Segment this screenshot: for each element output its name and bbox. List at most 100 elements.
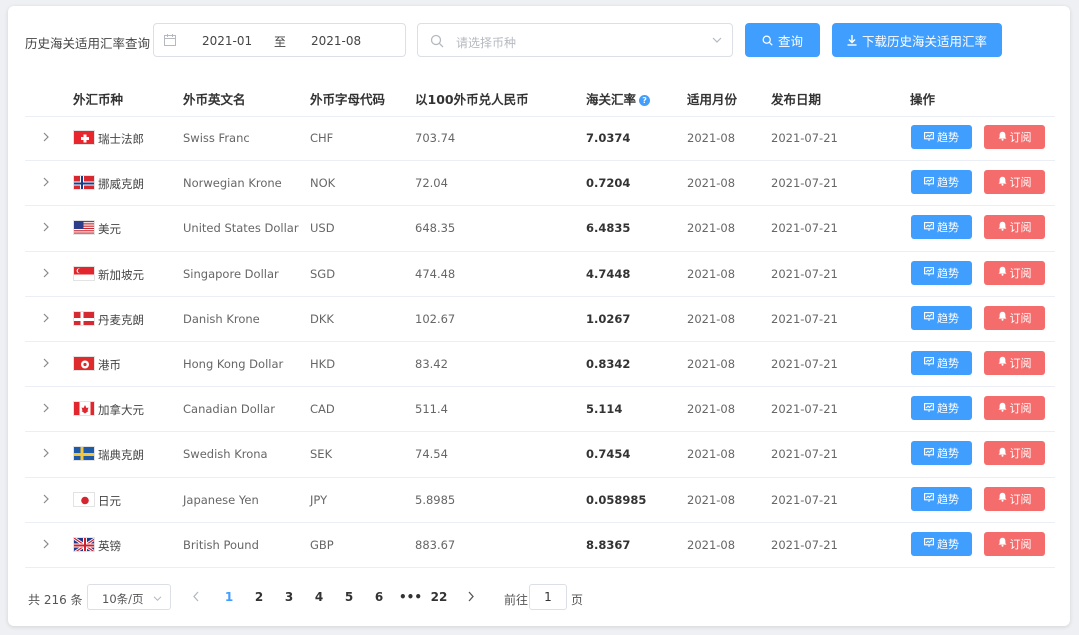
- subscribe-label: 订阅: [1009, 131, 1032, 144]
- trend-label: 趋势: [937, 176, 959, 190]
- download-button[interactable]: 下载历史海关适用汇率: [832, 23, 1002, 57]
- rmb-per-100: 511.4: [415, 402, 448, 417]
- expand-row-icon[interactable]: [42, 176, 50, 188]
- page-size-select[interactable]: 10条/页: [87, 584, 171, 610]
- table-row: 美元 United States Dollar USD 648.35 6.4835 202…: [25, 206, 1055, 252]
- header-actions: 操作: [910, 92, 936, 107]
- page-number[interactable]: 22: [429, 590, 449, 604]
- subscribe-button[interactable]: 订阅: [984, 396, 1045, 421]
- currency-code: CAD: [310, 402, 335, 417]
- trend-button[interactable]: 趋势: [911, 531, 972, 556]
- page-number[interactable]: 1: [219, 590, 239, 604]
- prev-page-icon[interactable]: [192, 591, 200, 602]
- expand-row-icon[interactable]: [42, 267, 50, 279]
- header-rmb-per-100: 以100外币兑人民币: [415, 92, 529, 107]
- publish-date: 2021-07-21: [771, 356, 838, 371]
- page-number[interactable]: 6: [369, 590, 389, 604]
- table-row: 瑞士法郎 Swiss Franc CHF 703.74 7.0374 2021-08 202…: [25, 116, 1055, 162]
- subscribe-button[interactable]: 订阅: [984, 215, 1045, 240]
- subscribe-button[interactable]: 订阅: [984, 486, 1045, 511]
- currency-code: GBP: [310, 537, 334, 552]
- query-button[interactable]: 查询: [745, 23, 820, 57]
- chevron-down-icon: [712, 37, 722, 43]
- date-start[interactable]: 2021-01: [202, 34, 252, 48]
- expand-row-icon[interactable]: [42, 312, 50, 324]
- subscribe-button[interactable]: 订阅: [984, 441, 1045, 466]
- page-number[interactable]: 4: [309, 590, 329, 604]
- trend-button[interactable]: 趋势: [911, 260, 972, 285]
- currency-name: 丹麦克朗: [98, 312, 144, 327]
- pagination-total: 共 216 条: [28, 593, 83, 607]
- currency-select[interactable]: 请选择币种: [417, 23, 733, 57]
- publish-date: 2021-07-21: [771, 176, 838, 191]
- expand-row-icon[interactable]: [42, 447, 50, 459]
- applicable-month: 2021-08: [687, 266, 736, 281]
- header-english-name: 外币英文名: [183, 92, 246, 107]
- table-row: 日元 Japanese Yen JPY 5.8985 0.058985 2021-08 20…: [25, 478, 1055, 523]
- rmb-per-100: 74.54: [415, 447, 448, 462]
- trend-button[interactable]: 趋势: [911, 396, 972, 421]
- bell-icon: [998, 492, 1007, 505]
- currency-english-name: Singapore Dollar: [183, 266, 279, 281]
- rmb-per-100: 72.04: [415, 176, 448, 191]
- rmb-per-100: 102.67: [415, 311, 456, 326]
- page-number[interactable]: 3: [279, 590, 299, 604]
- trend-label: 趋势: [937, 447, 959, 461]
- goto-page-input[interactable]: 1: [529, 584, 567, 610]
- trend-label: 趋势: [937, 356, 959, 370]
- trend-icon: [924, 131, 934, 144]
- subscribe-button[interactable]: 订阅: [984, 350, 1045, 375]
- subscribe-label: 订阅: [1009, 266, 1032, 280]
- publish-date: 2021-07-21: [771, 221, 838, 236]
- publish-date: 2021-07-21: [771, 402, 838, 417]
- trend-button[interactable]: 趋势: [911, 305, 972, 330]
- expand-row-icon[interactable]: [42, 493, 50, 505]
- search-icon: [762, 35, 773, 46]
- date-range-picker[interactable]: 2021-01 至 2021-08: [153, 23, 406, 57]
- expand-row-icon[interactable]: [42, 131, 50, 143]
- trend-icon: [924, 176, 934, 189]
- customs-rate: 4.7448: [586, 266, 631, 281]
- help-icon[interactable]: ?: [639, 95, 651, 106]
- next-page-icon[interactable]: [467, 591, 475, 602]
- trend-button[interactable]: 趋势: [911, 170, 972, 195]
- flag-gb-icon: [73, 536, 95, 552]
- page-number[interactable]: 5: [339, 590, 359, 604]
- currency-code: CHF: [310, 131, 334, 145]
- subscribe-button[interactable]: 订阅: [984, 305, 1045, 330]
- publish-date: 2021-07-21: [771, 537, 838, 552]
- expand-row-icon[interactable]: [42, 221, 50, 233]
- customs-rate: 6.4835: [586, 221, 631, 236]
- publish-date: 2021-07-21: [771, 131, 838, 145]
- download-icon: [847, 34, 857, 46]
- flag-se-icon: [73, 446, 95, 462]
- subscribe-label: 订阅: [1009, 447, 1032, 461]
- table-row: 挪威克朗 Norwegian Krone NOK 72.04 0.7204 2021-08…: [25, 161, 1055, 207]
- expand-row-icon[interactable]: [42, 357, 50, 369]
- page-ellipsis[interactable]: •••: [399, 590, 422, 604]
- currency-name: 加拿大元: [98, 403, 144, 418]
- expand-row-icon[interactable]: [42, 538, 50, 550]
- trend-button[interactable]: 趋势: [911, 215, 972, 240]
- trend-button[interactable]: 趋势: [911, 486, 972, 511]
- flag-dk-icon: [73, 310, 95, 326]
- table-header: 外汇币种 外币英文名 外币字母代码 以100外币兑人民币 海关汇率? 适用月份 …: [25, 77, 1055, 117]
- trend-icon: [924, 402, 934, 415]
- currency-placeholder: 请选择币种: [456, 36, 517, 50]
- subscribe-button[interactable]: 订阅: [984, 531, 1045, 556]
- trend-button[interactable]: 趋势: [911, 350, 972, 375]
- trend-button[interactable]: 趋势: [911, 125, 972, 149]
- subscribe-button[interactable]: 订阅: [984, 125, 1045, 149]
- page-number[interactable]: 2: [249, 590, 269, 604]
- table-body: 瑞士法郎 Swiss Franc CHF 703.74 7.0374 2021-08 202…: [25, 116, 1055, 568]
- expand-row-icon[interactable]: [42, 402, 50, 414]
- flag-sg-icon: [73, 265, 95, 281]
- trend-button[interactable]: 趋势: [911, 441, 972, 466]
- flag-no-icon: [73, 175, 95, 191]
- trend-icon: [924, 537, 934, 550]
- date-end[interactable]: 2021-08: [311, 34, 361, 48]
- subscribe-button[interactable]: 订阅: [984, 260, 1045, 285]
- subscribe-button[interactable]: 订阅: [984, 170, 1045, 195]
- currency-code: SEK: [310, 447, 333, 462]
- publish-date: 2021-07-21: [771, 492, 838, 507]
